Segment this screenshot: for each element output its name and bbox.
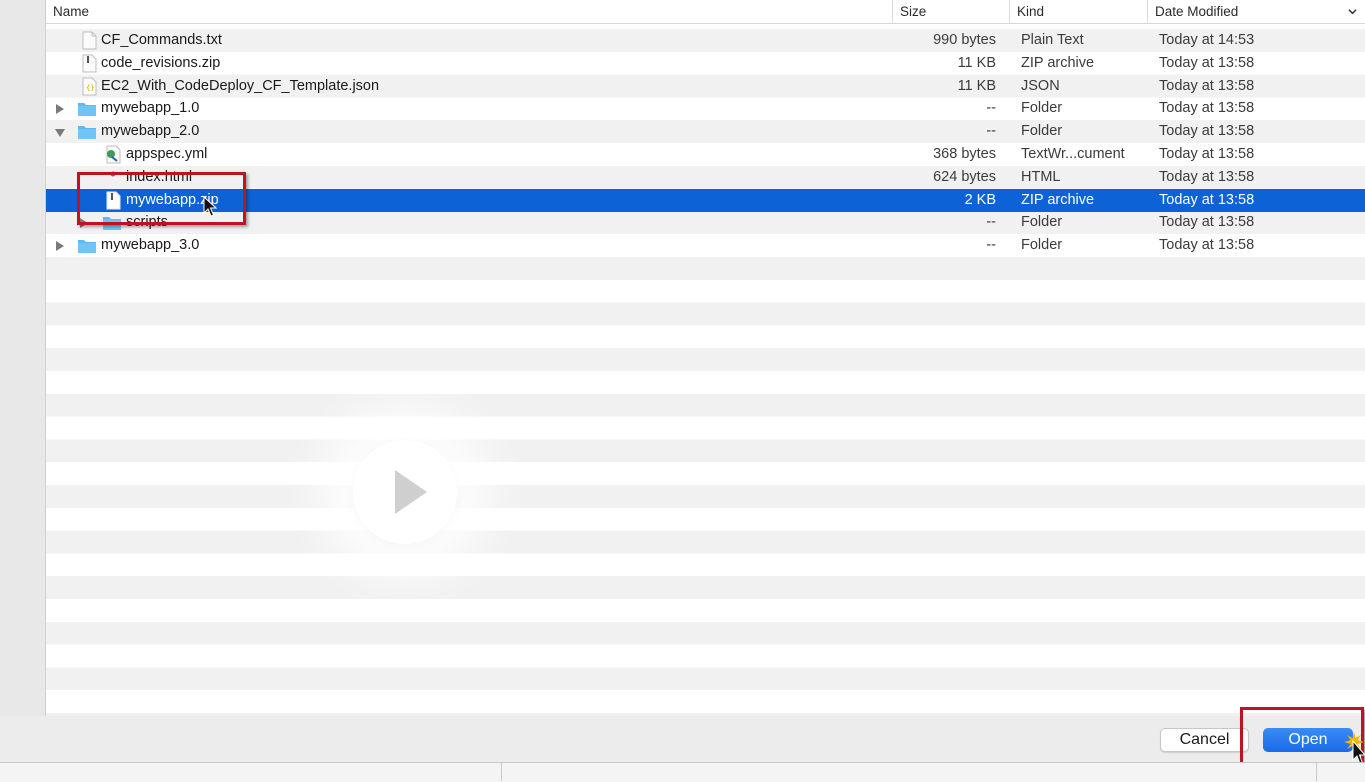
file-name: appspec.yml xyxy=(126,146,208,162)
svg-text:{}: {} xyxy=(86,84,94,92)
table-row[interactable]: CF_Commands.txt 990 bytes Plain Text Tod… xyxy=(46,29,1365,52)
table-row[interactable]: mywebapp_2.0 -- Folder Today at 13:58 xyxy=(46,120,1365,143)
file-date: Today at 13:58 xyxy=(1159,214,1255,231)
file-date: Today at 13:58 xyxy=(1159,123,1255,140)
file-date: Today at 13:58 xyxy=(1159,54,1255,71)
file-kind: Plain Text xyxy=(1021,32,1084,48)
file-name: mywebapp_2.0 xyxy=(101,123,200,140)
mouse-cursor-icon xyxy=(203,196,217,217)
file-name: EC2_With_CodeDeploy_CF_Template.json xyxy=(101,77,380,94)
file-size: 11 KB xyxy=(957,77,996,94)
column-header-size[interactable]: Size xyxy=(892,0,1009,24)
table-row[interactable]: appspec.yml 368 bytes TextWr...cument To… xyxy=(46,143,1365,166)
file-date: Today at 13:58 xyxy=(1159,237,1255,254)
file-size: -- xyxy=(986,123,996,140)
file-size: 368 bytes xyxy=(933,146,996,162)
disclosure-triangle-right-icon[interactable] xyxy=(56,241,64,252)
file-kind: Folder xyxy=(1021,123,1063,140)
column-header-kind[interactable]: Kind xyxy=(1009,0,1147,24)
folder-icon xyxy=(78,103,96,117)
chevron-down-icon[interactable] xyxy=(1348,7,1357,16)
play-button[interactable] xyxy=(353,440,457,544)
play-icon xyxy=(395,470,427,514)
file-kind: Folder xyxy=(1021,214,1063,231)
file-kind: TextWr...cument xyxy=(1021,146,1125,162)
folder-icon xyxy=(78,240,96,254)
file-kind: JSON xyxy=(1021,77,1060,94)
file-list: CF_Commands.txt 990 bytes Plain Text Tod… xyxy=(46,29,1365,716)
file-date: Today at 13:58 xyxy=(1159,146,1255,162)
file-name: code_revisions.zip xyxy=(101,54,221,71)
file-kind: HTML xyxy=(1021,168,1061,185)
file-size: 11 KB xyxy=(957,54,996,71)
folder-icon xyxy=(78,126,96,140)
file-date: Today at 13:58 xyxy=(1159,100,1255,117)
table-row[interactable]: mywebapp_3.0 -- Folder Today at 13:58 xyxy=(46,234,1365,257)
file-size: 2 KB xyxy=(964,191,996,208)
file-date: Today at 13:58 xyxy=(1159,168,1255,185)
sidebar-strip xyxy=(0,0,46,716)
cancel-button[interactable]: Cancel xyxy=(1160,728,1249,752)
file-kind: Folder xyxy=(1021,100,1063,117)
file-date: Today at 14:53 xyxy=(1159,32,1255,48)
table-row[interactable]: code_revisions.zip 11 KB ZIP archive Tod… xyxy=(46,52,1365,75)
file-name: mywebapp_1.0 xyxy=(101,100,200,117)
disclosure-triangle-down-icon[interactable] xyxy=(55,129,65,138)
text-file-icon xyxy=(82,31,97,50)
file-date: Today at 13:58 xyxy=(1159,191,1255,208)
column-header-date[interactable]: Date Modified xyxy=(1147,0,1365,24)
file-kind: Folder xyxy=(1021,237,1063,254)
bottom-divider xyxy=(501,762,502,781)
bottom-bar xyxy=(0,762,1365,782)
disclosure-triangle-right-icon[interactable] xyxy=(56,104,64,115)
file-size: -- xyxy=(986,100,996,117)
file-size: -- xyxy=(986,237,996,254)
zip-file-icon xyxy=(82,54,97,73)
table-row[interactable]: mywebapp_1.0 -- Folder Today at 13:58 xyxy=(46,97,1365,120)
annotation-highlight-file xyxy=(77,172,246,225)
column-header: Name Size Kind Date Modified xyxy=(46,0,1365,24)
file-size: 990 bytes xyxy=(933,32,996,48)
file-kind: ZIP archive xyxy=(1021,54,1095,71)
file-date: Today at 13:58 xyxy=(1159,77,1255,94)
yml-file-icon xyxy=(106,145,121,164)
file-size: 624 bytes xyxy=(933,168,996,185)
bottom-divider xyxy=(1316,762,1317,781)
file-kind: ZIP archive xyxy=(1021,191,1095,208)
file-browser: Name Size Kind Date Modified CF_Commands… xyxy=(46,0,1365,716)
column-header-date-label: Date Modified xyxy=(1155,4,1239,19)
file-name: CF_Commands.txt xyxy=(101,32,222,48)
file-size: -- xyxy=(986,214,996,231)
table-row[interactable]: {} EC2_With_CodeDeploy_CF_Template.json … xyxy=(46,75,1365,98)
column-header-name[interactable]: Name xyxy=(46,0,892,24)
json-file-icon: {} xyxy=(82,77,97,96)
file-name: mywebapp_3.0 xyxy=(101,237,200,254)
